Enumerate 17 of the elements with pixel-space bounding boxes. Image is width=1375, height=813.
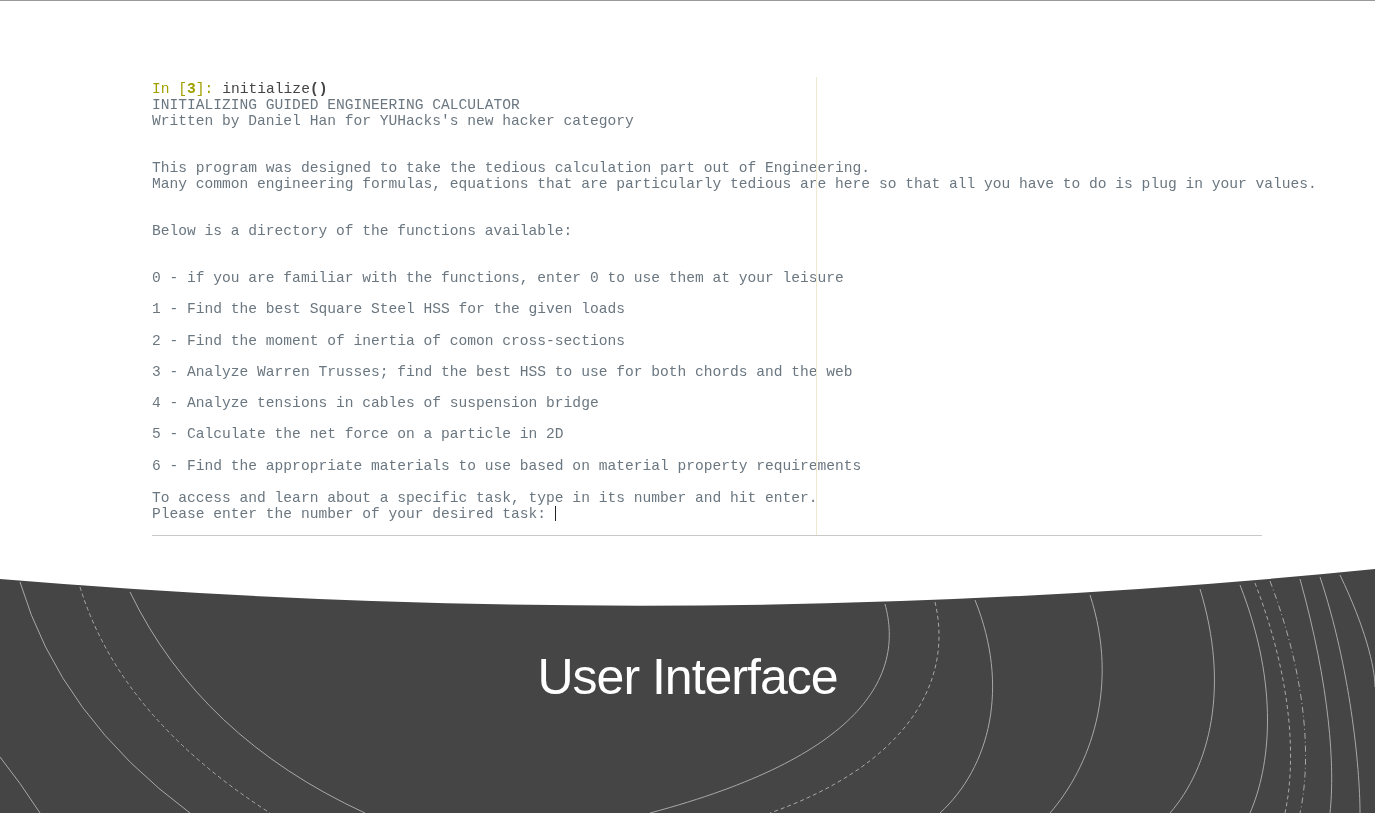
option-line: 1 - Find the best Square Steel HSS for the given loads — [152, 301, 625, 318]
output-line: Below is a directory of the functions available: — [152, 223, 573, 239]
section-title: User Interface — [537, 648, 838, 707]
option-line: 5 - Calculate the net force on a particle in 2D — [152, 426, 564, 443]
option-line: 6 - Find the appropriate materials to use based on material property requirements — [152, 457, 862, 474]
input-label: Please enter the number of your desired task: — [152, 505, 547, 522]
output-line: INITIALIZING GUIDED ENGINEERING CALCULATOR — [152, 97, 520, 113]
option-line: 0 - if you are familiar with the functions, enter 0 to use them at your leisure — [152, 270, 844, 286]
option-line: 4 - Analyze tensions in cables of suspension bridge — [152, 395, 599, 412]
input-prompt: In [3]: — [152, 81, 214, 97]
option-line: 3 - Analyze Warren Trusses; find the best HSS to use for both chords and the web — [152, 363, 853, 380]
output-line: Written by Daniel Han for YUHacks's new hacker category — [152, 113, 634, 129]
output-line: To access and learn about a specific task, type in its number and hit enter. — [152, 489, 818, 506]
code-line: initialize() — [222, 81, 328, 97]
output-line: Many common engineering formulas, equations that are particularly tedious are here so that all you have to do is plug in your values. — [152, 176, 1317, 192]
output-line: This program was designed to take the tedious calculation part out of Engineering. — [152, 160, 871, 176]
option-line: 2 - Find the moment of inertia of comon cross-sections — [152, 332, 625, 349]
